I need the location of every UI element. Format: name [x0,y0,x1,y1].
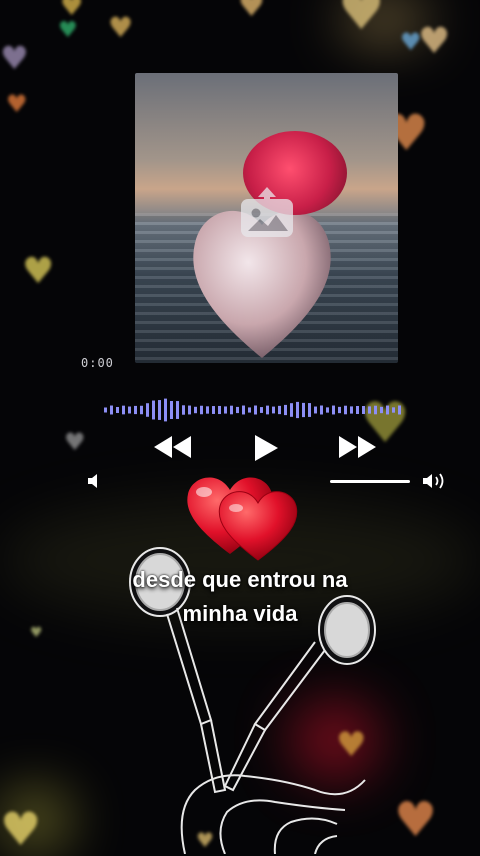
album-art[interactable] [135,73,398,363]
waveform-bar [116,406,119,414]
waveform-bar [236,406,239,414]
heart-bokeh: ♥ [418,21,451,62]
heart-bokeh: ♥ [338,0,385,42]
waveform-bar [272,406,275,414]
volume-high-icon[interactable] [422,472,448,490]
rewind-icon[interactable] [152,432,194,462]
waveform-bar [230,405,233,415]
waveform-bar [392,407,395,413]
heart-bokeh: ♥ [0,802,42,856]
waveform-bar [338,406,341,414]
waveform-bar [254,405,257,415]
waveform-bar [158,400,161,420]
waveform-bar [218,405,221,415]
waveform-bar [122,405,125,415]
waveform-bar [278,405,281,415]
heart-bokeh: ♥ [60,0,84,22]
waveform-bar [296,401,299,419]
fast-forward-icon[interactable] [336,432,378,462]
waveform-bar [356,405,359,415]
waveform-bar [182,405,185,415]
waveform-bar [200,405,203,415]
waveform-bar [176,401,179,419]
heart-bokeh: ♥ [22,251,55,292]
lyric-line-2: minha vida [182,601,298,626]
heart-bokeh: ♥ [58,18,78,43]
waveform-bar [398,405,401,415]
waveform-bar [194,406,197,414]
waveform-bar [146,403,149,417]
waveform-bar [164,398,167,422]
waveform-bar [320,405,323,415]
waveform-bar [134,405,137,415]
heart-bokeh: ♥ [394,792,438,848]
waveform-bar [380,406,383,414]
waveform-bar [350,406,353,414]
waveform-bar [212,406,215,414]
heart-bokeh: ♥ [30,625,43,641]
waveform-bar [104,407,107,413]
waveform-bar [242,405,245,415]
waveform-bar [326,407,329,413]
waveform-bar [332,405,335,415]
waveform-bar [374,405,377,415]
waveform-bar [314,406,317,414]
waveform-bar [344,405,347,415]
waveform-bar [110,405,113,415]
heart-bokeh: ♥ [108,11,134,44]
lyric-line-1: desde que entrou na [132,567,348,592]
waveform-bar [170,400,173,420]
waveform-bar [386,405,389,415]
waveform-bar [308,403,311,417]
waveform-bar [140,405,143,415]
waveform-bar [152,400,155,420]
heart-bokeh: ♥ [0,39,29,77]
image-upload-icon[interactable] [238,183,296,241]
waveform-bar [284,404,287,416]
waveform-bar [248,407,251,413]
audio-waveform [104,398,401,422]
lyric-text: desde que entrou na minha vida [90,563,390,631]
heart-bokeh: ♥ [64,428,86,456]
waveform-bar [266,405,269,415]
waveform-bar [260,407,263,413]
waveform-bar [188,405,191,415]
waveform-bar [362,406,365,414]
waveform-bar [368,406,371,414]
waveform-bar [302,402,305,418]
volume-low-icon[interactable] [86,473,102,489]
waveform-bar [224,406,227,414]
heart-bokeh: ♥ [238,0,265,24]
volume-slider[interactable] [330,480,410,483]
heart-bokeh: ♥ [6,90,28,118]
elapsed-time: 0:00 [81,356,114,370]
waveform-bar [128,406,131,414]
waveform-bar [290,403,293,417]
play-icon[interactable] [251,432,281,464]
waveform-bar [206,406,209,414]
